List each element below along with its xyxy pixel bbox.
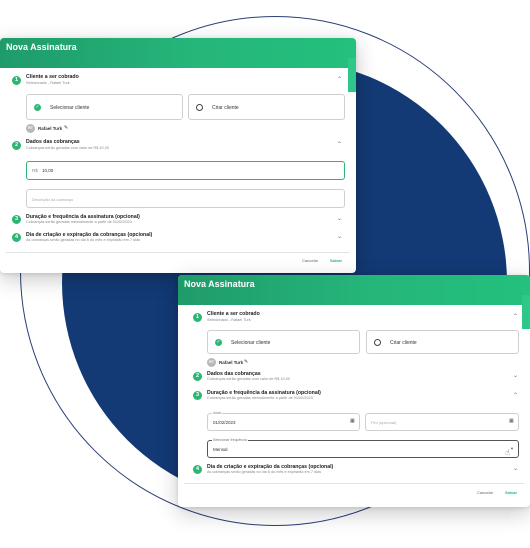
step-number: 4: [193, 465, 202, 474]
step-title: Cliente a ser cobrado: [207, 311, 260, 317]
mouse-pointer-icon: ☝: [505, 448, 510, 457]
start-date-label: Início: [212, 411, 223, 415]
create-client-option[interactable]: Criar cliente: [188, 94, 345, 120]
chevron-up-icon[interactable]: ⌃: [337, 77, 342, 83]
footer-divider: [184, 483, 524, 484]
check-icon: ✓: [34, 104, 41, 111]
step-duracao-header[interactable]: 3 Duração e frequência da assinatura (op…: [178, 390, 524, 404]
step-subtitle: As cobranças serão geradas no dia 6 do m…: [26, 238, 140, 242]
selected-user-name: Rafael Turk: [219, 360, 244, 365]
description-placeholder: Descrição da cobrança: [32, 197, 73, 202]
chevron-down-icon[interactable]: ⌄: [337, 216, 342, 222]
chevron-down-icon[interactable]: ⌄: [513, 373, 518, 379]
step-title: Cliente a ser cobrado: [26, 74, 79, 80]
end-date-input[interactable]: Fim (opcional) ▦: [365, 413, 519, 431]
step-title: Dados das cobranças: [26, 139, 80, 145]
step-duracao-header[interactable]: 3 Duração e frequência da assinatura (op…: [0, 214, 350, 228]
save-button[interactable]: Salvar: [330, 258, 342, 263]
step-number: 2: [12, 141, 21, 150]
step-number: 2: [193, 372, 202, 381]
chevron-up-icon[interactable]: ⌃: [513, 393, 518, 399]
cancel-button[interactable]: Cancelar: [302, 258, 318, 263]
value-text: 10,00: [42, 168, 54, 173]
footer-divider: [6, 252, 350, 253]
select-client-option[interactable]: ✓ Selecionar cliente: [26, 94, 183, 120]
modal-header: Nova Assinatura: [0, 38, 356, 68]
subscription-modal-back: Nova Assinatura 1 Cliente a ser cobrado …: [0, 38, 356, 273]
subscription-modal-front: Nova Assinatura 1 Cliente a ser cobrado …: [178, 275, 530, 507]
step-cobrancas-header[interactable]: 2 Dados das cobranças Cobranças serão ge…: [0, 139, 350, 155]
dropdown-arrow-icon[interactable]: ▼: [510, 446, 514, 452]
value-input[interactable]: R$ 10,00: [26, 161, 345, 180]
step-subtitle: Cobranças serão geradas mensalmente a pa…: [26, 220, 132, 224]
step-cliente-header[interactable]: 1 Cliente a ser cobrado Selecionado - Ra…: [178, 311, 524, 327]
step-number: 3: [193, 391, 202, 400]
frequency-select[interactable]: Selecionar frequência Mensal ▼ ☝: [207, 438, 519, 458]
description-input[interactable]: Descrição da cobrança: [26, 189, 345, 208]
calendar-icon[interactable]: ▦: [509, 418, 514, 424]
chevron-up-icon[interactable]: ⌃: [513, 314, 518, 320]
select-client-label: Selecionar cliente: [231, 340, 271, 346]
step-cliente-header[interactable]: 1 Cliente a ser cobrado Selecionado - Ra…: [0, 74, 350, 90]
save-button[interactable]: Salvar: [505, 490, 517, 495]
step-subtitle: Cobranças serão geradas mensalmente a pa…: [207, 396, 313, 400]
modal-header: Nova Assinatura: [178, 275, 530, 305]
step-number: 3: [12, 215, 21, 224]
avatar: RT: [207, 358, 216, 367]
step-subtitle: As cobranças serão geradas no dia 6 do m…: [207, 470, 321, 474]
cancel-button[interactable]: Cancelar: [477, 490, 493, 495]
step-number: 4: [12, 233, 21, 242]
step-subtitle: Selecionado - Rafael Turk: [207, 318, 251, 322]
step-number: 1: [193, 313, 202, 322]
create-client-label: Criar cliente: [212, 105, 239, 111]
select-client-option[interactable]: ✓ Selecionar cliente: [207, 330, 360, 354]
selected-user-name: Rafael Turk: [38, 126, 63, 131]
create-client-label: Criar cliente: [390, 340, 417, 346]
start-date-input[interactable]: Início 01/02/2023 ▦: [207, 411, 360, 431]
frequency-label: Selecionar frequência: [212, 438, 248, 442]
step-number: 1: [12, 76, 21, 85]
start-date-value: 01/02/2023: [213, 420, 236, 425]
step-subtitle: Cobranças serão geradas com valor de R$ …: [26, 146, 109, 150]
step-cobrancas-header[interactable]: 2 Dados das cobranças Cobranças serão ge…: [178, 371, 524, 385]
edit-pencil-icon[interactable]: ✎: [244, 359, 248, 365]
radio-icon[interactable]: [196, 104, 203, 111]
chevron-up-icon[interactable]: ⌃: [337, 142, 342, 148]
frequency-value: Mensal: [213, 447, 228, 452]
step-expiracao-header[interactable]: 4 Dia de criação e expiração da cobrança…: [0, 232, 350, 246]
radio-icon[interactable]: [374, 339, 381, 346]
modal-title: Nova Assinatura: [6, 42, 77, 52]
check-icon: ✓: [215, 339, 222, 346]
step-expiracao-header[interactable]: 4 Dia de criação e expiração da cobrança…: [178, 464, 524, 478]
chevron-down-icon[interactable]: ⌄: [337, 234, 342, 240]
modal-title: Nova Assinatura: [184, 279, 255, 289]
avatar: RT: [26, 124, 35, 133]
edit-pencil-icon[interactable]: ✎: [64, 125, 68, 131]
select-client-label: Selecionar cliente: [50, 105, 90, 111]
step-subtitle: Cobranças serão geradas com valor de R$ …: [207, 377, 290, 381]
chevron-down-icon[interactable]: ⌄: [513, 466, 518, 472]
currency-prefix: R$: [32, 168, 38, 173]
calendar-icon[interactable]: ▦: [350, 418, 355, 424]
end-date-placeholder: Fim (opcional): [371, 420, 397, 425]
create-client-option[interactable]: Criar cliente: [366, 330, 519, 354]
step-subtitle: Selecionado - Rafael Turk: [26, 81, 70, 85]
